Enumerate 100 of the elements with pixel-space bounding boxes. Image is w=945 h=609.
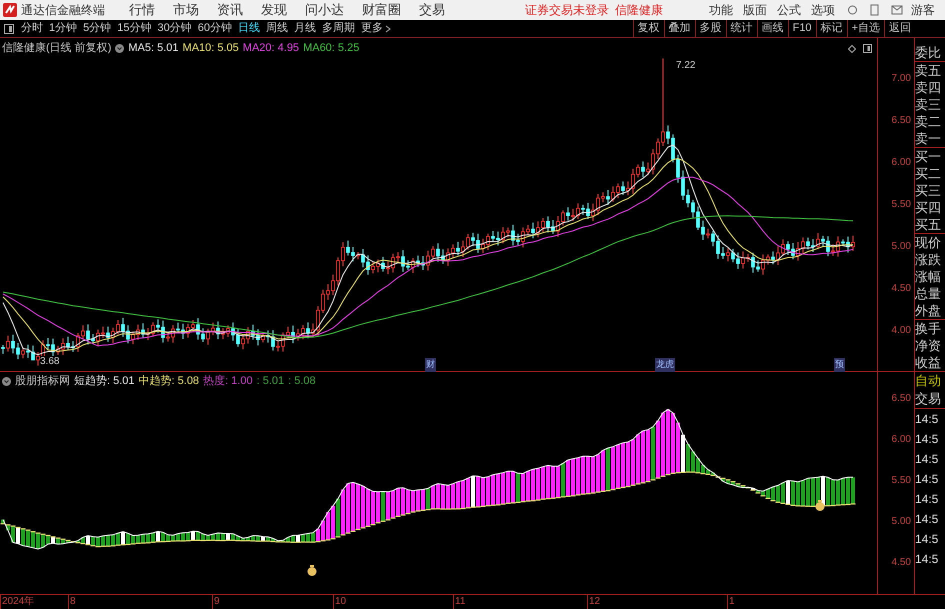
menu-item[interactable]: 市场 [173,0,199,20]
indicator-value: MA10: 5.05 [182,41,239,56]
indicator-axis-label: 6.00 [892,433,911,447]
menu-item[interactable]: 行情 [129,0,155,20]
price-axis-label: 5.50 [892,198,911,212]
auto-trade-header[interactable]: 自动 [915,372,945,390]
period-tab[interactable]: 更多 [358,20,394,37]
menu-item[interactable]: 问小达 [305,0,344,20]
trade-time: 14:5 [915,471,940,488]
mail-icon[interactable] [891,5,903,15]
toolbar-button[interactable]: 画线 [756,20,788,37]
period-tab[interactable]: 多周期 [319,20,358,37]
quote-label: 涨幅 [915,268,942,285]
trade-time: 14:5 [915,531,940,548]
menu-item[interactable]: 发现 [261,0,287,20]
price-axis-label: 7.00 [892,72,911,86]
login-status-text: 证券交易未登录 [525,2,609,19]
date-axis-label: 9 [212,595,220,609]
indicator-value: MA60: 5.25 [303,41,360,56]
menu-item[interactable]: 交易 [419,0,445,20]
menu-item[interactable]: 功能 [709,1,733,19]
toolbar-button[interactable]: 叠加 [664,20,695,37]
date-axis-label: 8 [68,595,76,609]
chevron-right-icon [385,24,391,32]
period-tab[interactable]: 日线 [235,20,263,37]
quote-label: 买五 [915,216,942,233]
indicator-axis-label: 5.50 [892,474,911,488]
phone-icon[interactable] [870,4,879,16]
date-axis-label: 2024年 [0,595,34,609]
menu-item[interactable]: 选项 [811,1,835,19]
chat-icon[interactable] [847,4,858,16]
app-title: 通达信金融终端 [21,2,106,19]
toolbar-button[interactable]: +自选 [846,20,884,37]
period-tab[interactable]: 分时 [18,20,46,37]
indicator-value: MA20: 4.95 [242,41,300,56]
stock-name-text: 信隆健康 [615,2,663,19]
dropdown-icon[interactable] [115,44,124,53]
money-bag-icon[interactable] [815,500,825,511]
toolbar-button[interactable]: 多股 [694,20,726,37]
indicator-value: 短趋势: 5.01 [74,374,135,389]
period-tab[interactable]: 1分钟 [46,20,80,37]
money-bag-icon[interactable] [307,565,317,576]
quote-label: 收益 [915,354,942,371]
menu-item[interactable]: 公式 [777,1,801,19]
indicator-axis-label: 5.00 [892,515,911,529]
indicator-value: 热度: 1.00 [203,374,253,389]
quote-label: 卖三 [915,96,942,113]
date-axis-label: 1 [727,595,735,609]
trade-time: 14:5 [915,451,940,468]
toolbar-button[interactable]: 返回 [884,20,915,37]
event-marker[interactable]: 龙虎 [655,358,675,372]
app-logo-icon [3,3,17,17]
period-tab[interactable]: 月线 [291,20,319,37]
price-axis-label: 4.50 [892,282,911,296]
price-axis-label: 4.00 [892,324,911,338]
trade-time: 14:5 [915,511,940,528]
quote-label: 买三 [915,182,942,199]
toolbar-button[interactable]: F10 [788,20,816,37]
panel-toggle-icon[interactable] [863,44,872,53]
chart-title: 信隆健康(日线 前复权) [2,40,112,56]
date-axis-label: 11 [453,595,466,609]
period-tab[interactable]: 30分钟 [154,20,195,37]
toolbar-button[interactable]: 标记 [816,20,847,37]
quote-label: 总量 [915,285,942,302]
menu-item[interactable]: 资讯 [217,0,243,20]
menu-item[interactable]: 版面 [743,1,767,19]
period-tab[interactable]: 60分钟 [194,20,235,37]
dropdown-icon[interactable] [2,376,11,386]
trade-time: 14:5 [915,551,940,568]
quote-label: 买四 [915,199,942,216]
quote-label: 换手 [915,319,945,337]
trade-time: 14:5 [915,431,940,448]
quote-label: 卖一 [915,130,942,147]
event-marker[interactable]: 预 [834,358,845,372]
period-tab[interactable]: 5分钟 [80,20,114,37]
user-text[interactable]: 游客 [911,1,935,19]
indicator-axis-label: 6.50 [892,392,911,406]
toolbar-button[interactable]: 复权 [632,20,664,37]
quote-label: 卖二 [915,113,942,130]
quote-label: 买二 [915,165,942,182]
quote-label: 现价 [915,233,945,251]
indicator-axis-label: 4.50 [892,556,911,570]
panel-toggle-icon[interactable] [4,24,14,34]
indicator-value: MA5: 5.01 [128,41,179,56]
event-marker[interactable]: 财 [425,358,436,372]
quote-label: 卖四 [915,79,942,96]
period-tab[interactable]: 周线 [263,20,291,37]
quote-label: 委比 [915,44,942,61]
date-axis-label: 12 [587,595,600,609]
menu-item[interactable]: 财富圈 [362,0,401,20]
indicator-value: 中趋势: 5.08 [138,374,200,389]
period-tab[interactable]: 15分钟 [114,20,154,37]
peak-price-label: 7.22 [676,59,696,73]
indicator-value: : 5.01 [256,374,284,389]
quote-label: 外盘 [915,302,942,319]
toolbar-button[interactable]: 统计 [726,20,757,37]
diamond-icon[interactable] [848,45,856,53]
indicator-name: 股朋指标网 [15,374,70,389]
quote-label: 卖五 [915,61,945,79]
price-axis-label: 6.50 [892,114,911,128]
